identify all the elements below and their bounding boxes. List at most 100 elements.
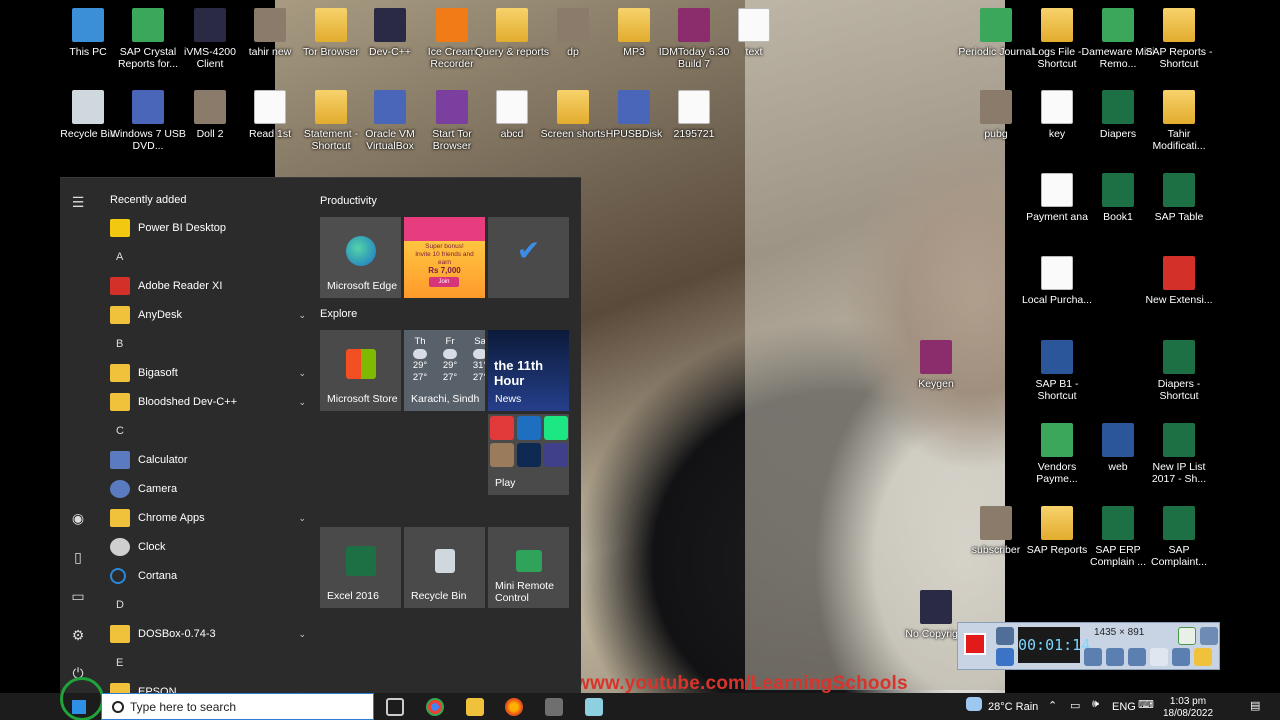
desktop-icon[interactable]: SAP B1 - Shortcut (1019, 340, 1095, 402)
weather-forecast: Th29°27°Fr29°27°Sa31°27° (410, 336, 485, 384)
minimize-icon[interactable] (1200, 627, 1218, 645)
desktop-icon[interactable]: SAP Reports - Shortcut (1141, 8, 1217, 70)
tray-weather[interactable]: 28°C Rain (988, 701, 1038, 713)
user-account-icon[interactable]: ◉ (68, 508, 88, 528)
photo-icon (194, 90, 226, 124)
file-explorer-icon[interactable] (466, 698, 484, 716)
desktop-icon-label: Diapers (1099, 128, 1137, 140)
app-list-item[interactable]: AnyDesk ⌄ (110, 302, 304, 328)
tile-play[interactable]: Play (488, 414, 569, 495)
documents-icon[interactable]: ▯ (68, 547, 88, 567)
chevron-down-icon[interactable]: ⌄ (298, 368, 304, 379)
folder-icon (110, 306, 130, 324)
record-stop-button[interactable] (964, 633, 986, 655)
watermark-text: www.youtube.com/LearningSchools (575, 673, 908, 694)
desktop-icon-label: Tahir Modificati... (1152, 128, 1206, 152)
app-list-item[interactable]: Chrome Apps ⌄ (110, 505, 304, 531)
ivms-icon (194, 8, 226, 42)
desktop-icon[interactable]: Diapers - Shortcut (1141, 340, 1217, 402)
app-list-item[interactable]: Calculator (110, 447, 304, 473)
volume-icon[interactable]: 🕪 (1092, 698, 1099, 711)
settings-gear-icon[interactable]: ⚙ (68, 625, 88, 645)
chrome-icon[interactable] (426, 698, 444, 716)
webcam-icon[interactable] (1128, 648, 1146, 666)
tile-label: News (495, 393, 522, 405)
tray-chevron-icon[interactable]: ⌃ (1048, 699, 1057, 712)
desktop-icon[interactable]: SAP Complaint... (1141, 506, 1217, 568)
cursor-icon[interactable] (1150, 648, 1168, 666)
desktop-icon[interactable]: New IP List 2017 - Sh... (1141, 423, 1217, 485)
app-list-letter-header[interactable]: B (116, 338, 123, 350)
task-view-icon[interactable] (386, 698, 404, 716)
notepad-icon[interactable] (585, 698, 603, 716)
folder-icon[interactable] (1194, 648, 1212, 666)
system-tray: 28°C Rain ⌃ ▭ 🕪 ENG ⌨ 1:03 pm 18/08/2022… (960, 693, 1280, 720)
desktop-icon-label: SAP Reports - Shortcut (1145, 46, 1213, 70)
tile-promo-ad[interactable]: Super bonus! Invite 10 friends and earn … (404, 217, 485, 298)
tile-microsoft-store[interactable]: Microsoft Store (320, 330, 401, 411)
desktop-icon[interactable]: Tahir Modificati... (1141, 90, 1217, 152)
tile-todo[interactable]: ✔ (488, 217, 569, 298)
app-list-letter-header[interactable]: D (116, 599, 124, 611)
clock[interactable]: 1:03 pm 18/08/2022 (1160, 696, 1216, 720)
tile-weather[interactable]: Th29°27°Fr29°27°Sa31°27° Karachi, Sindh (404, 330, 485, 411)
region-icon[interactable] (1178, 627, 1196, 645)
app-list-item[interactable]: DOSBox-0.74-3 ⌄ (110, 621, 304, 647)
promo-join-button: Join (429, 277, 459, 287)
recycle-bin-icon (434, 549, 455, 574)
app-list-item[interactable]: Bigasoft ⌄ (110, 360, 304, 386)
desktop-icon[interactable]: Local Purcha... (1019, 256, 1095, 306)
app-list-letter-header[interactable]: E (116, 657, 123, 669)
pause-icon[interactable] (996, 648, 1014, 666)
app-list-item[interactable]: Adobe Reader XI (110, 273, 304, 299)
search-input[interactable] (130, 699, 330, 714)
pictures-icon[interactable]: ▭ (68, 586, 88, 606)
chevron-down-icon[interactable]: ⌄ (298, 310, 304, 321)
app-list-letter-header[interactable]: C (116, 425, 124, 437)
roblox-icon (490, 416, 514, 440)
tile-recycle-bin[interactable]: Recycle Bin (404, 527, 485, 608)
desktop-icon[interactable]: Keygen (898, 340, 974, 390)
desktop-icon[interactable]: New Extensi... (1141, 256, 1217, 306)
desktop-icon[interactable]: text (716, 8, 792, 58)
desktop-icon[interactable]: SAP Table (1141, 173, 1217, 223)
chevron-down-icon[interactable]: ⌄ (298, 513, 304, 524)
weather-low: 27° (442, 372, 458, 383)
app-list-item-label: Clock (138, 541, 166, 553)
app-list-letter-header[interactable]: A (116, 251, 123, 263)
desktop-icon-label: SAP Crystal Reports for... (117, 46, 179, 70)
hamburger-menu-icon[interactable]: ☰ (68, 192, 88, 212)
network-icon[interactable]: ▭ (1070, 699, 1080, 712)
desktop-icon-label: Recycle Bin (60, 128, 116, 140)
tile-news[interactable]: the 11th Hour News (488, 330, 569, 411)
app-list-item-label: Chrome Apps (138, 512, 205, 524)
tile-mini-remote-control[interactable]: Mini Remote Control (488, 527, 569, 608)
speaker-icon[interactable] (1084, 648, 1102, 666)
checkmark-icon: ✔ (516, 235, 541, 267)
app-list-item[interactable]: Cortana (110, 563, 304, 589)
start-button[interactable] (60, 677, 104, 720)
tile-microsoft-edge[interactable]: Microsoft Edge (320, 217, 401, 298)
app-list-item[interactable]: EPSON ⌄ (110, 679, 304, 693)
chevron-down-icon[interactable]: ⌄ (298, 629, 304, 640)
pen-icon[interactable] (1172, 648, 1190, 666)
app-list-item[interactable]: Camera (110, 476, 304, 502)
firefox-icon[interactable] (505, 698, 523, 716)
chevron-down-icon[interactable]: ⌄ (298, 397, 304, 408)
keyboard-icon[interactable]: ⌨ (1138, 698, 1154, 711)
desktop-icon[interactable]: 2195721 (656, 90, 732, 140)
photo-icon (980, 506, 1012, 540)
folder-shortcut-icon (1041, 8, 1073, 42)
app-list-item[interactable]: Power BI Desktop (110, 215, 304, 241)
language-indicator[interactable]: ENG (1112, 701, 1136, 713)
app-list-item[interactable]: Clock (110, 534, 304, 560)
app-list-item[interactable]: Bloodshed Dev-C++ ⌄ (110, 389, 304, 415)
search-box[interactable] (101, 693, 374, 720)
tile-excel-2016[interactable]: Excel 2016 (320, 527, 401, 608)
microphone-icon[interactable] (1106, 648, 1124, 666)
tools-icon[interactable] (545, 698, 563, 716)
notifications-icon[interactable]: ▤ (1250, 699, 1260, 712)
desktop-icon-label: SAP Complaint... (1150, 544, 1208, 568)
tile-label: Excel 2016 (327, 590, 379, 602)
camera-icon[interactable] (996, 627, 1014, 645)
